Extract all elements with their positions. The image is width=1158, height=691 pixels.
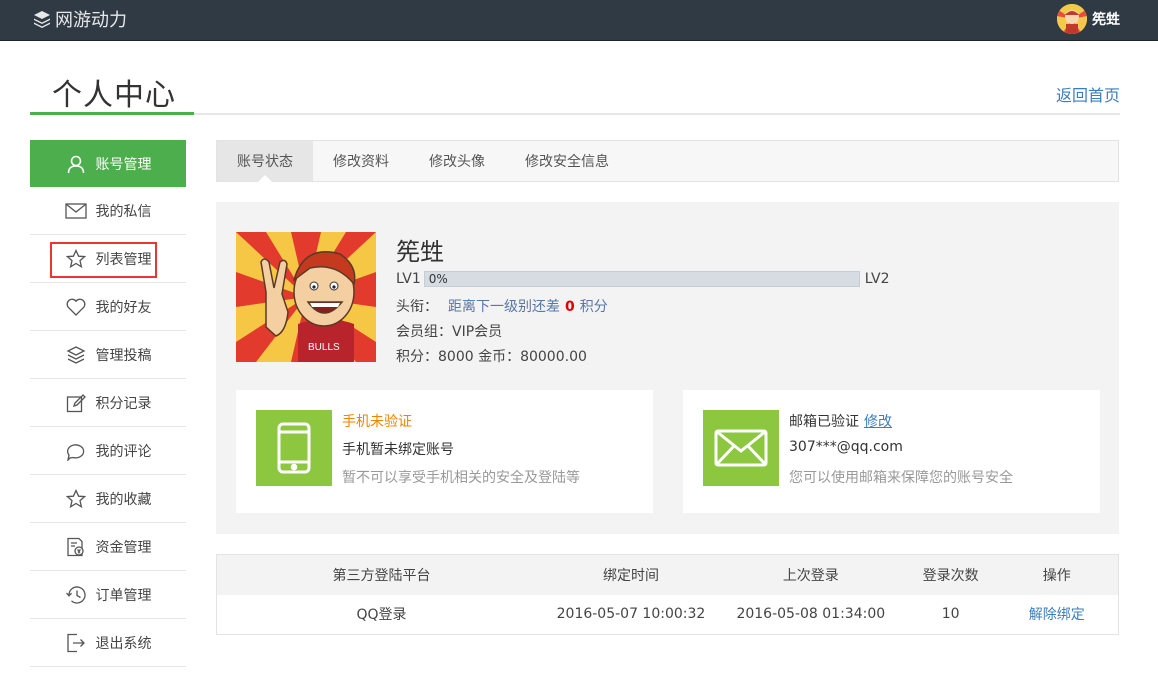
sidebar-item-submissions[interactable]: 管理投稿	[30, 331, 186, 379]
level-from: LV1	[396, 271, 421, 287]
cell-action: 解除绑定	[995, 594, 1119, 635]
edit-icon	[65, 392, 87, 414]
title-gap-value: 0	[565, 299, 575, 315]
table-row: QQ登录 2016-05-07 10:00:32 2016-05-08 01:3…	[216, 594, 1119, 635]
col-login-count: 登录次数	[905, 554, 996, 595]
level-to: LV2	[864, 271, 890, 287]
email-edit-link[interactable]: 修改	[864, 414, 892, 430]
sidebar-item-logout[interactable]: 退出系统	[30, 619, 186, 667]
sidebar-item-funds[interactable]: 资金管理	[30, 523, 186, 571]
title-label: 头衔：	[396, 299, 438, 315]
email-status: 邮箱已验证	[789, 414, 859, 430]
layers-icon	[65, 344, 87, 366]
sidebar-item-list-manage[interactable]: 列表管理	[30, 235, 186, 283]
phone-line: 手机暂未绑定账号	[342, 442, 454, 458]
phone-status: 手机未验证	[342, 414, 412, 430]
sidebar-item-label: 我的收藏	[95, 491, 152, 508]
user-menu[interactable]: 筅甡	[1057, 3, 1120, 35]
cell-platform: QQ登录	[216, 594, 547, 635]
sidebar-item-points-log[interactable]: 积分记录	[30, 379, 186, 427]
brand-logo[interactable]: 网游动力	[32, 7, 127, 31]
title-accent-line	[30, 112, 194, 115]
logout-icon	[65, 632, 87, 654]
history-icon	[65, 584, 87, 606]
cell-login-count: 10	[905, 594, 996, 635]
cell-bind-time: 2016-05-07 10:00:32	[546, 594, 716, 635]
title-text-before: 距离下一级别还差	[448, 299, 560, 315]
sidebar-item-label: 我的好友	[95, 299, 152, 316]
unbind-link[interactable]: 解除绑定	[1029, 607, 1085, 623]
level-progress-bar: 0%	[423, 271, 860, 287]
envelope-icon	[703, 410, 779, 486]
sidebar-item-label: 账号管理	[95, 156, 152, 173]
mail-icon	[64, 200, 87, 222]
phone-verify-card: 手机未验证 手机暂未绑定账号 暂不可以享受手机相关的安全及登陆等	[236, 390, 653, 513]
username: 筅甡	[1092, 12, 1120, 28]
comment-icon	[65, 440, 87, 462]
sidebar-item-label: 积分记录	[95, 395, 152, 412]
sidebar-item-comments[interactable]: 我的评论	[30, 427, 186, 475]
sidebar-item-label: 资金管理	[95, 539, 152, 556]
col-action: 操作	[995, 554, 1119, 595]
heart-icon	[65, 296, 87, 318]
phone-sub: 暂不可以享受手机相关的安全及登陆等	[342, 470, 580, 486]
title-text-after: 积分	[579, 299, 608, 315]
star-icon	[65, 488, 87, 510]
col-bind-time: 绑定时间	[546, 554, 716, 595]
sidebar-item-label: 管理投稿	[95, 347, 152, 364]
layers-logo-icon	[34, 11, 50, 28]
user-avatar	[1057, 4, 1087, 34]
profile-points: 积分：8000 金币：80000.00	[396, 349, 587, 365]
table-header-row: 第三方登陆平台 绑定时间 上次登录 登录次数 操作	[216, 554, 1119, 595]
sidebar-item-label: 订单管理	[95, 587, 152, 604]
level-row: LV1 0% LV2	[396, 270, 890, 288]
profile-avatar: BULLS	[236, 232, 376, 362]
profile-panel: BULLS 筅甡 LV1 0% LV2 头衔： 距离下一级别还差 0 积分 会员组：V…	[216, 202, 1119, 534]
top-bar: 网游动力 筅甡	[0, 0, 1158, 41]
profile-group: 会员组：VIP会员	[396, 324, 503, 340]
profile-name: 筅甡	[396, 238, 444, 266]
third-party-bind-table: 第三方登陆平台 绑定时间 上次登录 登录次数 操作 QQ登录 2016-05-0…	[216, 554, 1119, 635]
sidebar: 账号管理 我的私信 列表管理 我的好友 管理投稿 积分记录 我的评论 我的收藏 …	[30, 140, 186, 667]
back-home-link[interactable]: 返回首页	[1056, 82, 1120, 106]
col-last-login: 上次登录	[715, 554, 906, 595]
email-verify-card: 邮箱已验证 修改 307***@qq.com 您可以使用邮箱来保障您的账号安全	[683, 390, 1100, 513]
email-address: 307***@qq.com	[789, 439, 903, 455]
highlight-box	[50, 242, 157, 278]
sidebar-item-label: 我的评论	[95, 443, 152, 460]
svg-text:BULLS: BULLS	[308, 342, 340, 353]
cell-last-login: 2016-05-08 01:34:00	[715, 594, 906, 635]
tab-edit-security[interactable]: 修改安全信息	[505, 141, 629, 181]
sidebar-item-messages[interactable]: 我的私信	[30, 187, 186, 235]
email-sub: 您可以使用邮箱来保障您的账号安全	[789, 470, 1013, 486]
col-platform: 第三方登陆平台	[216, 554, 547, 595]
account-tabs: 账号状态 修改资料 修改头像 修改安全信息	[216, 140, 1119, 182]
sidebar-item-orders[interactable]: 订单管理	[30, 571, 186, 619]
sidebar-item-friends[interactable]: 我的好友	[30, 283, 186, 331]
profile-title-row: 头衔： 距离下一级别还差 0 积分	[396, 296, 608, 316]
level-progress-text: 0%	[428, 272, 448, 286]
page-title: 个人中心	[52, 78, 176, 113]
email-status-row: 邮箱已验证 修改	[789, 411, 892, 431]
user-icon	[65, 153, 87, 175]
tab-account-status[interactable]: 账号状态	[217, 141, 313, 182]
sidebar-item-account[interactable]: 账号管理	[30, 140, 186, 187]
tab-edit-profile[interactable]: 修改资料	[313, 141, 409, 181]
brand-name: 网游动力	[55, 10, 127, 31]
sidebar-item-label: 我的私信	[95, 203, 152, 220]
sidebar-item-favorites[interactable]: 我的收藏	[30, 475, 186, 523]
phone-icon	[256, 410, 332, 486]
finance-doc-icon	[65, 536, 87, 558]
tab-edit-avatar[interactable]: 修改头像	[409, 141, 505, 181]
sidebar-item-label: 退出系统	[95, 635, 152, 652]
